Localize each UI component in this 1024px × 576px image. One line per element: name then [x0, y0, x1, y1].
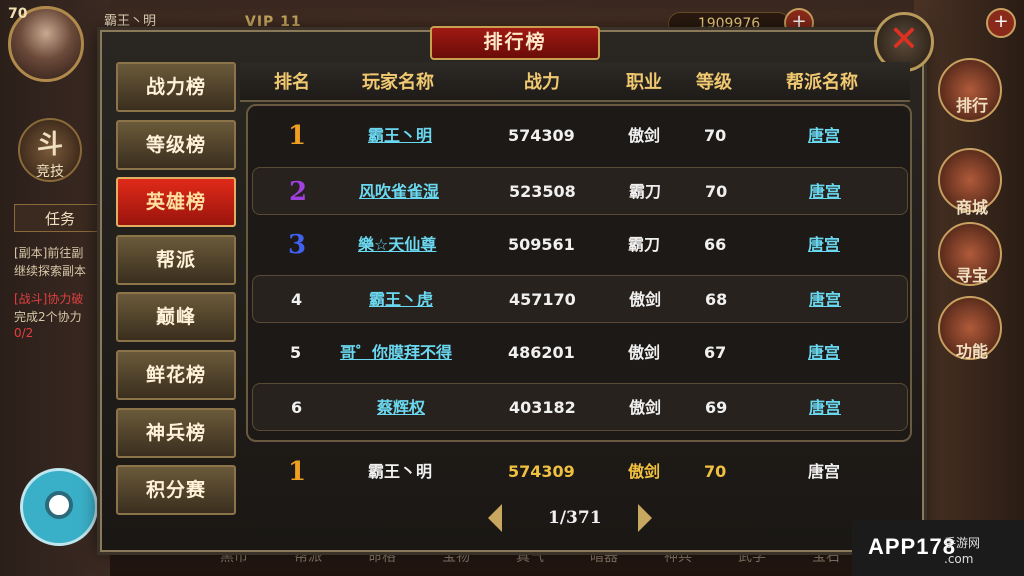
tab-hero-ranking[interactable]: 英雄榜 — [116, 177, 236, 228]
header-player-name: 玩家名称 — [362, 72, 434, 93]
row-class: 傲剑 — [629, 290, 662, 309]
row-rank: 4 — [291, 290, 303, 309]
row-guild[interactable]: 唐宫 — [808, 329, 840, 377]
row-guild[interactable]: 唐宫 — [808, 112, 840, 160]
row-level: 68 — [705, 290, 728, 309]
page-indicator: 1/371 — [548, 508, 602, 528]
row-guild[interactable]: 唐宫 — [809, 384, 841, 432]
treasure-label: 寻宝 — [955, 266, 988, 285]
tab-points-ranking[interactable]: 积分赛 — [116, 465, 236, 516]
row-power: 403182 — [509, 398, 576, 417]
function-label: 功能 — [955, 342, 988, 361]
header-power: 战力 — [524, 72, 560, 93]
row-player-name[interactable]: 蔡辉权 — [377, 384, 425, 432]
row-player-name[interactable]: 樂☆天仙尊 — [358, 221, 436, 269]
row-level: 70 — [705, 182, 728, 201]
task-progress: 0/2 — [14, 326, 34, 340]
my-rank-row: 1 霸王丶明 574309 傲剑 70 唐宫 — [252, 448, 908, 496]
header-level: 等级 — [696, 72, 732, 93]
my-class: 傲剑 — [628, 462, 661, 481]
pagination: 1/371 — [486, 500, 666, 536]
add-currency-button[interactable]: + — [986, 8, 1016, 38]
watermark-logo: APP178 — [868, 534, 956, 559]
panel-title: 排行榜 — [430, 26, 600, 60]
row-player-name[interactable]: 霸王丶明 — [368, 112, 432, 160]
arena-label: 竞技 — [36, 164, 64, 180]
row-rank: 3 — [288, 230, 307, 260]
row-guild[interactable]: 唐宫 — [809, 276, 841, 324]
row-rank: 5 — [290, 343, 302, 362]
watermark-sub: 手游网 — [944, 536, 981, 550]
task-line[interactable]: [战斗]协力破 — [14, 290, 104, 307]
tab-power-ranking[interactable]: 战力榜 — [116, 62, 236, 112]
task-line[interactable]: [副本]前往副 — [14, 244, 104, 261]
tab-flower-ranking[interactable]: 鲜花榜 — [116, 349, 236, 400]
watermark-domain: .com — [944, 552, 974, 566]
tab-peak-ranking[interactable]: 巅峰 — [116, 292, 236, 343]
task-button[interactable]: 任务 — [14, 204, 100, 232]
table-row[interactable]: 5 哥゜你膜拜不得 486201 傲剑 67 唐宫 — [252, 329, 908, 377]
row-guild[interactable]: 唐宫 — [809, 168, 841, 216]
row-class: 霸刀 — [629, 182, 662, 201]
row-rank: 2 — [289, 177, 308, 207]
arena-button[interactable]: 斗 竞技 — [18, 118, 82, 182]
row-guild[interactable]: 唐宫 — [808, 221, 840, 269]
row-player-name[interactable]: 风吹雀雀湿 — [359, 168, 439, 216]
fight-icon: 斗 — [36, 130, 63, 160]
shop-label: 商城 — [955, 198, 988, 217]
row-level: 66 — [704, 235, 727, 254]
row-class: 傲剑 — [628, 343, 661, 362]
prev-page-arrow-icon[interactable] — [488, 504, 502, 532]
my-power: 574309 — [508, 462, 575, 481]
header-guild-name: 帮派名称 — [786, 72, 858, 93]
my-player-name: 霸王丶明 — [368, 462, 433, 481]
task-line[interactable]: 继续探索副本 — [14, 262, 104, 279]
my-guild: 唐宫 — [808, 462, 841, 481]
header-class: 职业 — [626, 72, 662, 93]
row-power: 509561 — [508, 235, 575, 254]
row-player-name[interactable]: 哥゜你膜拜不得 — [340, 329, 452, 377]
row-class: 霸刀 — [628, 235, 661, 254]
row-rank: 6 — [291, 398, 303, 417]
ranking-category-tabs: 战力榜 等级榜 英雄榜 帮派 巅峰 鲜花榜 神兵榜 积分赛 — [116, 62, 236, 523]
row-level: 70 — [704, 126, 727, 145]
table-row[interactable]: 4 霸王丶虎 457170 傲剑 68 唐宫 — [252, 275, 908, 323]
row-power: 574309 — [508, 126, 575, 145]
vip-badge[interactable]: VIP 11 — [245, 14, 302, 30]
table-header: 排名 玩家名称 战力 职业 等级 帮派名称 — [240, 62, 910, 102]
tab-level-ranking[interactable]: 等级榜 — [116, 119, 236, 170]
task-label: 任务 — [45, 210, 76, 228]
player-name: 霸王丶明 — [104, 14, 157, 29]
my-level: 70 — [704, 462, 727, 481]
my-rank: 1 — [288, 457, 307, 487]
player-level: 70 — [8, 6, 28, 22]
ranking-shortcut-label: 排行 — [955, 96, 988, 115]
row-rank: 1 — [288, 121, 307, 151]
tab-weapon-ranking[interactable]: 神兵榜 — [116, 407, 236, 458]
site-watermark: APP178 手游网 .com — [852, 520, 1024, 576]
row-player-name[interactable]: 霸王丶虎 — [369, 276, 433, 324]
row-power: 457170 — [509, 290, 576, 309]
assistant-mascot-button[interactable] — [20, 468, 98, 546]
next-page-arrow-icon[interactable] — [638, 504, 652, 532]
row-class: 傲剑 — [629, 398, 662, 417]
row-power: 486201 — [508, 343, 575, 362]
row-level: 67 — [704, 343, 727, 362]
header-rank: 排名 — [274, 72, 310, 93]
tab-guild-ranking[interactable]: 帮派 — [116, 234, 236, 285]
table-row[interactable]: 6 蔡辉权 403182 傲剑 69 唐宫 — [252, 383, 908, 431]
table-row[interactable]: 2 风吹雀雀湿 523508 霸刀 70 唐宫 — [252, 167, 908, 215]
task-line[interactable]: 完成2个协力 — [14, 308, 104, 325]
table-row[interactable]: 3 樂☆天仙尊 509561 霸刀 66 唐宫 — [252, 221, 908, 269]
row-class: 傲剑 — [628, 126, 661, 145]
row-level: 69 — [705, 398, 728, 417]
row-power: 523508 — [509, 182, 576, 201]
table-row[interactable]: 1 霸王丶明 574309 傲剑 70 唐宫 — [252, 112, 908, 160]
